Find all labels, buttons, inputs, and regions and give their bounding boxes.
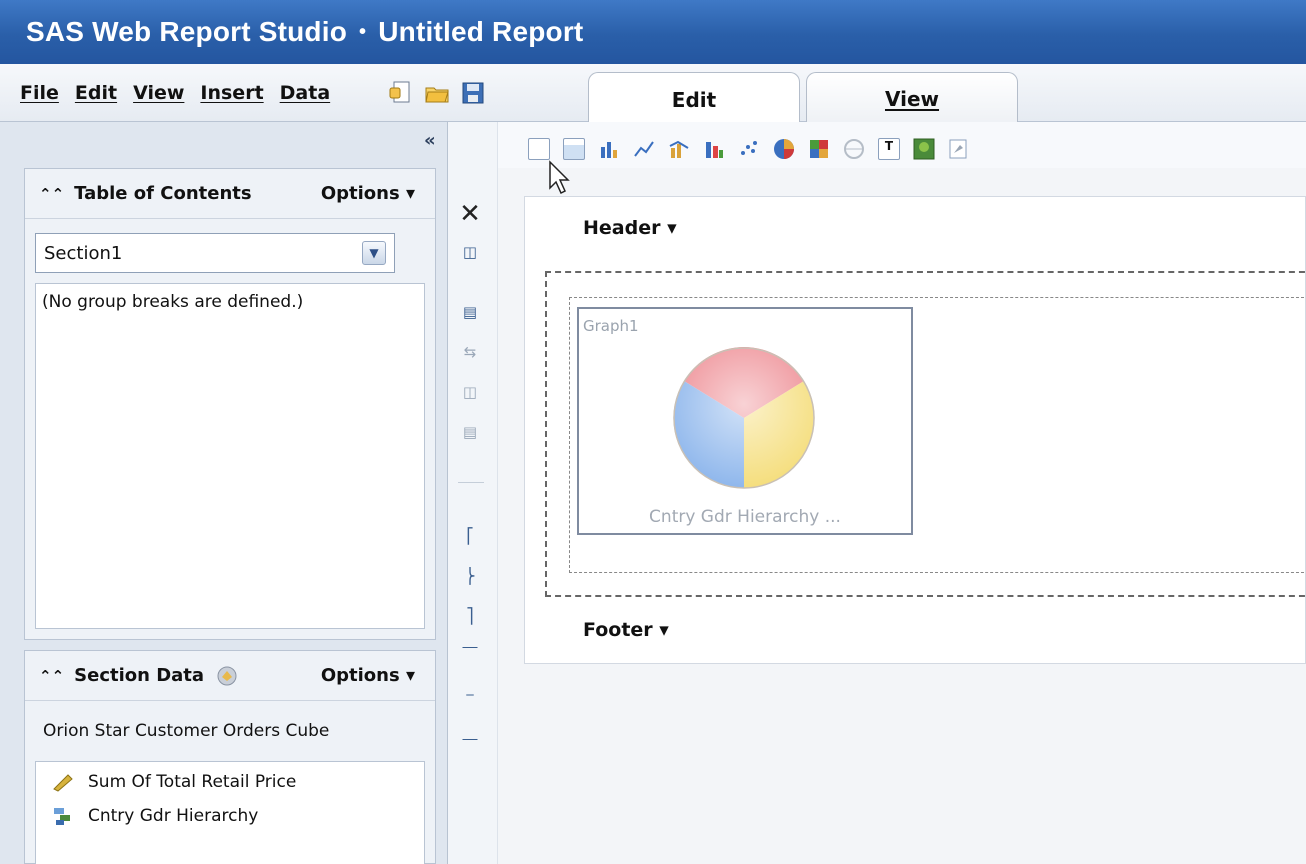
crosstab-icon[interactable]	[563, 138, 585, 160]
toc-options-menu[interactable]: Options ▾	[321, 183, 415, 204]
text-icon[interactable]: T	[878, 138, 900, 160]
app-title: SAS Web Report Studio	[26, 16, 348, 47]
tab-edit[interactable]: Edit	[588, 72, 800, 126]
menu-data[interactable]: Data	[280, 82, 331, 104]
toolbar-divider	[458, 482, 484, 483]
collapse-up-icon[interactable]: ⌃⌃	[39, 667, 64, 685]
pie-chart-icon[interactable]	[773, 138, 795, 160]
bar-line-chart-icon[interactable]	[668, 138, 690, 160]
tile-chart-icon[interactable]	[808, 138, 830, 160]
insert-column-icon[interactable]: ◫	[458, 240, 482, 264]
bar-chart-icon[interactable]	[598, 138, 620, 160]
graph-name: Graph1	[583, 317, 639, 335]
section-data-panel: ⌃⌃ Section Data Options ▾ Orion Star Cus…	[24, 650, 436, 864]
collapse-up-icon[interactable]: ⌃⌃	[39, 185, 64, 203]
open-folder-icon[interactable]	[424, 80, 450, 106]
collapse-panel-button[interactable]: «	[424, 130, 436, 151]
align-center-icon[interactable]: ⎬	[458, 564, 482, 588]
section-data-options-menu[interactable]: Options ▾	[321, 665, 415, 686]
left-panel: « ⌃⌃ Table of Contents Options ▾ Section…	[0, 122, 448, 864]
progressive-bar-icon[interactable]	[703, 138, 725, 160]
toc-empty-message: (No group breaks are defined.)	[42, 292, 304, 312]
table-icon[interactable]	[528, 138, 550, 160]
section-data-title: Section Data	[74, 665, 205, 686]
menu-file[interactable]: File	[20, 82, 59, 104]
chevron-down-icon[interactable]: ▼	[362, 241, 386, 265]
graph-caption: Cntry Gdr Hierarchy ...	[649, 507, 841, 527]
title-separator: •	[359, 20, 367, 43]
new-icon[interactable]	[388, 80, 414, 106]
align-left-icon[interactable]: ⎡	[458, 524, 482, 548]
stored-process-icon[interactable]	[948, 138, 970, 160]
data-source-icon[interactable]	[216, 665, 238, 687]
vertical-toolbar: ✕ ◫ ▤ ⇆ ◫ ▤ ⎡ ⎬ ⎤ ⎺ ⎯ ⎽	[448, 122, 498, 864]
merge-cells-icon[interactable]: ⇆	[458, 340, 482, 364]
measure-icon	[53, 774, 73, 792]
title-bar: SAS Web Report Studio • Untitled Report	[0, 0, 1306, 64]
split-row-icon[interactable]: ▤	[458, 420, 482, 444]
table-of-contents-panel: ⌃⌃ Table of Contents Options ▾ Section1 …	[24, 168, 436, 640]
align-middle-icon[interactable]: ⎯	[458, 682, 482, 706]
align-right-icon[interactable]: ⎤	[458, 604, 482, 628]
data-item-label: Cntry Gdr Hierarchy	[88, 806, 259, 826]
header-menu[interactable]: Header ▾	[583, 217, 677, 239]
menu-view[interactable]: View	[133, 82, 184, 104]
insert-row-icon[interactable]: ▤	[458, 300, 482, 324]
toc-list: (No group breaks are defined.)	[35, 283, 425, 629]
align-bottom-icon[interactable]: ⎽	[458, 720, 482, 744]
graph-object[interactable]: Graph1 Cntry Gdr Hierarchy ...	[577, 307, 913, 535]
data-item-label: Sum Of Total Retail Price	[88, 772, 297, 792]
tab-view-label: View	[884, 86, 940, 111]
save-icon[interactable]	[460, 80, 486, 106]
mouse-cursor-icon	[549, 160, 570, 195]
data-item-list: Sum Of Total Retail Price Cntry Gdr Hier…	[35, 761, 425, 864]
list-item[interactable]: Cntry Gdr Hierarchy	[52, 806, 258, 826]
delete-icon[interactable]: ✕	[458, 199, 482, 229]
data-source-name: Orion Star Customer Orders Cube	[43, 721, 330, 741]
report-page: Header ▾ Graph1 Cntry Gdr Hierarchy ... …	[524, 196, 1306, 664]
hierarchy-icon	[54, 808, 70, 825]
list-item[interactable]: Sum Of Total Retail Price	[52, 772, 296, 792]
section-select[interactable]: Section1 ▼	[35, 233, 395, 273]
menu-bar: File Edit View Insert Data Edit View	[0, 64, 1306, 126]
toc-header: ⌃⌃ Table of Contents Options ▾	[25, 169, 435, 219]
tab-view[interactable]: View	[806, 72, 1018, 124]
section-data-header: ⌃⌃ Section Data Options ▾	[25, 651, 435, 701]
document-title: Untitled Report	[378, 16, 584, 47]
menu-edit[interactable]: Edit	[75, 82, 117, 104]
toc-title: Table of Contents	[74, 183, 252, 204]
menu-insert[interactable]: Insert	[200, 82, 263, 104]
split-column-icon[interactable]: ◫	[458, 380, 482, 404]
line-chart-icon[interactable]	[633, 138, 655, 160]
image-icon[interactable]	[913, 138, 935, 160]
insert-object-toolbar: T	[498, 122, 1306, 168]
align-top-icon[interactable]: ⎺	[458, 642, 482, 666]
report-canvas: Header ▾ Graph1 Cntry Gdr Hierarchy ... …	[498, 168, 1306, 864]
pie-graph-placeholder	[673, 347, 815, 489]
scatter-plot-icon[interactable]	[738, 138, 760, 160]
section-select-value: Section1	[44, 242, 123, 264]
geo-map-icon[interactable]	[843, 138, 865, 160]
footer-menu[interactable]: Footer ▾	[583, 619, 669, 641]
